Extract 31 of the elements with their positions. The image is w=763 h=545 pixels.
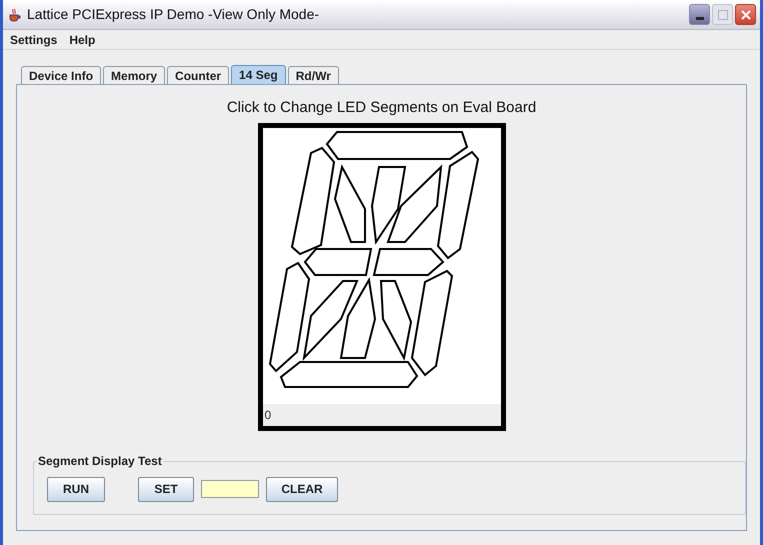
display-value: 0 — [264, 407, 272, 424]
instruction-text: Click to Change LED Segments on Eval Board — [226, 99, 536, 117]
tab[interactable]: Counter — [167, 66, 230, 84]
close-icon — [740, 8, 752, 20]
led-segment[interactable] — [333, 164, 366, 243]
led-segment[interactable] — [370, 166, 406, 245]
led-segment[interactable] — [386, 164, 442, 243]
clear-button[interactable]: CLEAR — [266, 476, 338, 502]
segment-input-field[interactable] — [201, 480, 259, 498]
cup-icon — [7, 6, 23, 22]
led-segment[interactable] — [372, 248, 444, 276]
window-title: Lattice PCIExpress IP Demo -View Only Mode- — [27, 5, 320, 24]
led-segment[interactable] — [436, 150, 479, 260]
set-button[interactable]: SET — [138, 476, 194, 502]
group-title: Segment Display Test — [37, 453, 163, 469]
led-segment[interactable] — [303, 248, 372, 276]
run-button[interactable]: RUN — [47, 476, 105, 502]
led-segment[interactable] — [268, 262, 310, 372]
tab[interactable]: Rd/Wr — [288, 66, 339, 84]
led-segment[interactable] — [325, 131, 468, 160]
menu-item[interactable]: Help — [69, 30, 96, 48]
close-button[interactable] — [735, 4, 756, 25]
tab[interactable]: 14 Seg — [231, 65, 286, 84]
led-segment[interactable] — [279, 361, 418, 388]
led-segment[interactable] — [379, 280, 412, 361]
led-segment[interactable] — [302, 280, 358, 362]
led-segment[interactable] — [339, 277, 376, 359]
tab[interactable]: Memory — [103, 66, 166, 84]
menu-item[interactable]: Settings — [10, 30, 58, 48]
minimize-button[interactable] — [689, 4, 710, 25]
tab[interactable]: Device Info — [21, 66, 102, 84]
